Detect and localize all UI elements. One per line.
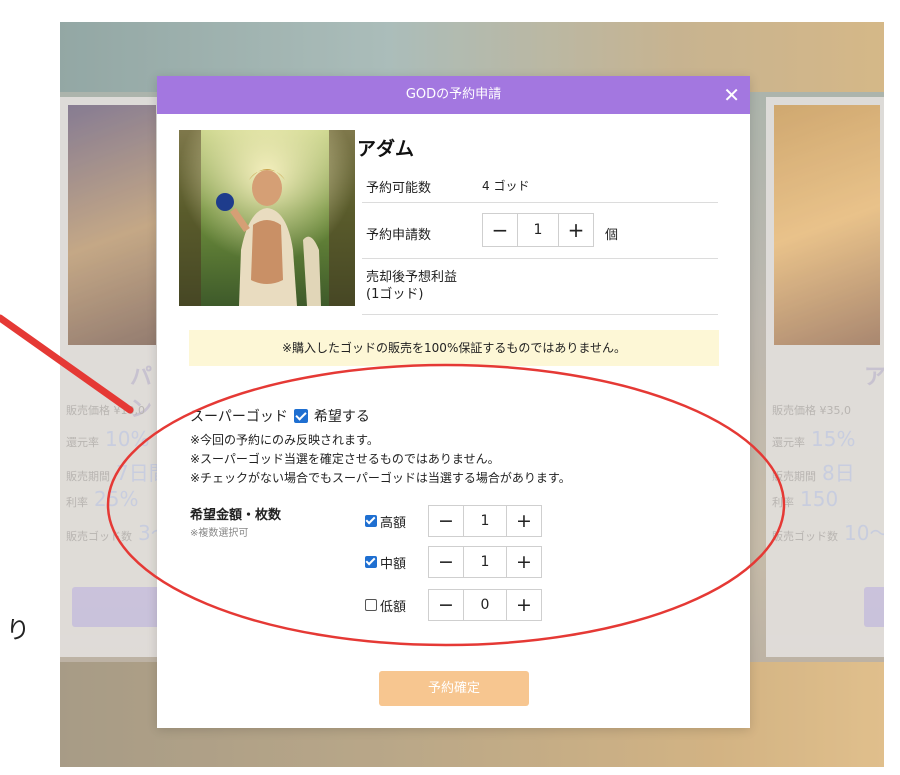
tier-mid-minus-button[interactable]: − <box>429 547 463 577</box>
request-unit: 個 <box>605 228 619 243</box>
tier-low-checkbox[interactable] <box>365 599 377 611</box>
request-quantity-stepper: − 1 + <box>482 213 594 247</box>
super-god-note: ※チェックがない場合でもスーパーゴッドは当選する場合があります。 <box>190 471 571 485</box>
available-label: 予約可能数 <box>366 181 432 196</box>
tier-low-plus-button[interactable]: + <box>507 590 541 620</box>
profit-row: 売却後予想利益 (1ゴッド) <box>362 259 718 315</box>
tier-high-checkbox[interactable] <box>365 515 377 527</box>
tier-low-minus-button[interactable]: − <box>429 590 463 620</box>
available-row: 予約可能数 4 ゴッド <box>362 169 718 203</box>
super-god-checkbox[interactable] <box>293 409 308 423</box>
tier-mid-quantity-input[interactable]: 1 <box>463 547 507 577</box>
tier-low-quantity-input[interactable]: 0 <box>463 590 507 620</box>
edge-text: り <box>6 616 30 644</box>
tier-high-stepper: − 1 + <box>428 505 542 537</box>
god-name: アダム <box>357 138 415 160</box>
request-row: 予約申請数 − 1 + 個 <box>362 203 718 259</box>
tier-high-minus-button[interactable]: − <box>429 506 463 536</box>
profit-sublabel: (1ゴッド) <box>366 287 424 302</box>
profit-label: 売却後予想利益 <box>366 270 458 285</box>
tier-high-label[interactable]: 高額 <box>380 512 428 531</box>
tier-low: 低額 − 0 + <box>365 589 542 621</box>
modal-title: GODの予約申請 <box>405 87 502 102</box>
super-god-hope-label[interactable]: 希望する <box>314 406 370 426</box>
desired-amount-subtitle: ※複数選択可 <box>190 528 249 539</box>
tier-low-stepper: − 0 + <box>428 589 542 621</box>
tier-mid-stepper: − 1 + <box>428 546 542 578</box>
tier-mid-checkbox[interactable] <box>365 556 377 568</box>
super-god-note: ※スーパーゴッド当選を確定させるものではありません。 <box>190 452 500 466</box>
request-label: 予約申請数 <box>366 228 432 243</box>
desired-amount-title: 希望金額・枚数 <box>190 508 282 523</box>
god-image <box>179 130 355 306</box>
close-icon[interactable]: ✕ <box>723 76 740 114</box>
request-minus-button[interactable]: − <box>483 214 517 246</box>
confirm-reservation-button[interactable]: 予約確定 <box>379 671 529 706</box>
tier-low-label[interactable]: 低額 <box>380 596 428 615</box>
super-god-note: ※今回の予約にのみ反映されます。 <box>190 433 379 447</box>
request-quantity-input[interactable]: 1 <box>517 214 559 246</box>
tier-mid-plus-button[interactable]: + <box>507 547 541 577</box>
modal-header: GODの予約申請 ✕ <box>157 76 750 114</box>
tier-mid-label[interactable]: 中額 <box>380 553 428 572</box>
tier-high-quantity-input[interactable]: 1 <box>463 506 507 536</box>
super-god-option: スーパーゴッド 希望する <box>190 406 370 426</box>
guarantee-notice: ※購入したゴッドの販売を100%保証するものではありません。 <box>189 330 719 366</box>
request-plus-button[interactable]: + <box>559 214 593 246</box>
tier-mid: 中額 − 1 + <box>365 546 542 578</box>
reservation-modal: GODの予約申請 ✕ アダム 予約可能数 4 ゴッド 予約申請数 − 1 + 個… <box>157 76 750 728</box>
tier-high-plus-button[interactable]: + <box>507 506 541 536</box>
super-god-label: スーパーゴッド <box>190 409 288 425</box>
tier-high: 高額 − 1 + <box>365 505 542 537</box>
available-value: 4 ゴッド <box>482 179 530 193</box>
